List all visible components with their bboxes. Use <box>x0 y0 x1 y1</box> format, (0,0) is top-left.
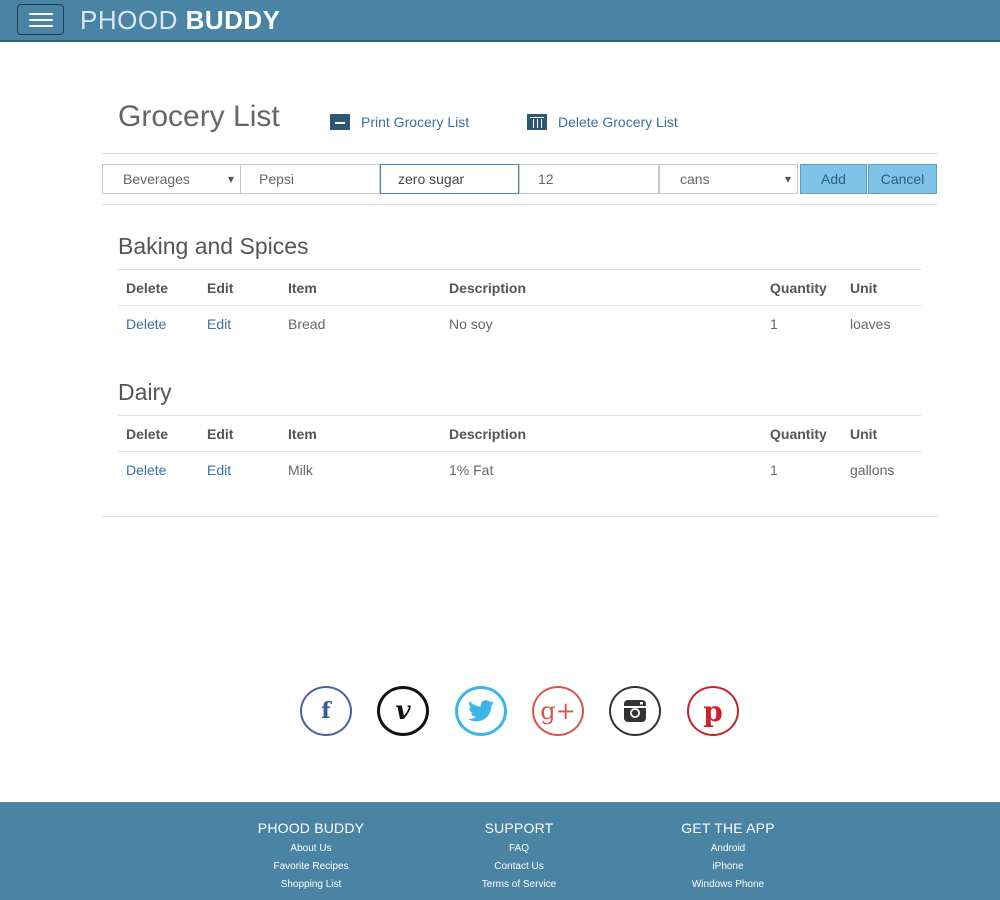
facebook-glyph: f <box>321 698 331 724</box>
brand-logo-bold: BUDDY <box>185 5 281 35</box>
column-header-edit: Edit <box>207 426 234 442</box>
vimeo-icon[interactable]: v <box>377 686 429 736</box>
twitter-bird-icon <box>468 700 494 722</box>
trash-icon <box>527 114 547 130</box>
footer-link-iphone[interactable]: iPhone <box>628 861 828 872</box>
footer-column-support: SUPPORT FAQ Contact Us Terms of Service <box>419 820 619 897</box>
google-plus-glyph: g+ <box>540 697 576 725</box>
camera-icon <box>624 700 646 722</box>
brand-logo-light: PHOOD <box>80 5 178 35</box>
delete-row-link[interactable]: Delete <box>126 316 166 332</box>
description-input[interactable]: zero sugar <box>380 164 519 194</box>
column-header-item: Item <box>288 426 317 442</box>
unit-cell: loaves <box>850 316 891 332</box>
quantity-cell: 1 <box>770 462 778 478</box>
footer-link-faq[interactable]: FAQ <box>419 843 619 854</box>
column-header-quantity: Quantity <box>770 280 827 296</box>
column-header-unit: Unit <box>850 280 878 296</box>
quantity-input[interactable]: 12 <box>519 164 659 194</box>
item-input[interactable]: Pepsi <box>240 164 380 194</box>
divider <box>102 204 937 205</box>
unit-select[interactable]: cans <box>659 164 798 194</box>
footer-link-contact-us[interactable]: Contact Us <box>419 861 619 872</box>
description-cell: 1% Fat <box>449 462 494 478</box>
column-header-description: Description <box>449 426 527 442</box>
column-header-quantity: Quantity <box>770 426 827 442</box>
hamburger-menu-button[interactable] <box>17 4 64 35</box>
column-header-unit: Unit <box>850 426 878 442</box>
print-grocery-list-link[interactable]: Print Grocery List <box>330 114 469 130</box>
footer-link-favorite-recipes[interactable]: Favorite Recipes <box>211 861 411 872</box>
table-divider <box>118 415 921 416</box>
category-select[interactable]: Beverages <box>102 164 241 194</box>
table-divider <box>118 451 921 452</box>
brand-logo[interactable]: PHOOD BUDDY <box>80 5 281 36</box>
menu-bar-icon <box>29 19 53 21</box>
menu-bar-icon <box>29 13 53 15</box>
footer-heading: PHOOD BUDDY <box>257 820 365 836</box>
facebook-icon[interactable]: f <box>300 686 352 736</box>
delete-grocery-list-link[interactable]: Delete Grocery List <box>527 114 678 130</box>
divider <box>102 516 937 517</box>
divider <box>102 153 937 154</box>
table-divider <box>118 269 921 270</box>
instagram-icon[interactable] <box>609 686 661 736</box>
footer-heading: SUPPORT <box>484 820 554 836</box>
footer-link-windows-phone[interactable]: Windows Phone <box>628 879 828 890</box>
footer-column-phood-buddy: PHOOD BUDDY About Us Favorite Recipes Sh… <box>211 820 411 897</box>
vimeo-glyph: v <box>395 696 411 726</box>
add-button[interactable]: Add <box>800 164 867 194</box>
google-plus-icon[interactable]: g+ <box>532 686 584 736</box>
footer-column-get-the-app: GET THE APP Android iPhone Windows Phone <box>628 820 828 897</box>
footer-heading: GET THE APP <box>681 820 775 836</box>
section-title-baking-and-spices: Baking and Spices <box>118 233 309 259</box>
column-header-delete: Delete <box>126 280 169 296</box>
edit-row-link[interactable]: Edit <box>207 462 231 478</box>
description-cell: No soy <box>449 316 493 332</box>
pinterest-glyph: p <box>703 694 723 728</box>
print-grocery-list-label: Print Grocery List <box>361 114 470 130</box>
print-icon <box>330 114 350 130</box>
delete-row-link[interactable]: Delete <box>126 462 166 478</box>
column-header-description: Description <box>449 280 527 296</box>
menu-bar-icon <box>29 25 53 27</box>
item-cell: Bread <box>288 316 326 332</box>
twitter-icon[interactable] <box>455 686 507 736</box>
edit-row-link[interactable]: Edit <box>207 316 231 332</box>
footer: PHOOD BUDDY About Us Favorite Recipes Sh… <box>0 802 1000 900</box>
column-header-item: Item <box>288 280 317 296</box>
unit-cell: gallons <box>850 462 895 478</box>
quantity-cell: 1 <box>770 316 778 332</box>
pinterest-icon[interactable]: p <box>687 686 739 736</box>
footer-link-terms-of-service[interactable]: Terms of Service <box>419 879 619 890</box>
footer-link-shopping-list[interactable]: Shopping List <box>211 879 411 890</box>
top-nav-bar: PHOOD BUDDY <box>0 0 1000 42</box>
column-header-delete: Delete <box>126 426 169 442</box>
column-header-edit: Edit <box>207 280 234 296</box>
delete-grocery-list-label: Delete Grocery List <box>558 114 678 130</box>
table-divider <box>118 305 921 306</box>
footer-link-android[interactable]: Android <box>628 843 828 854</box>
footer-link-about-us[interactable]: About Us <box>211 843 411 854</box>
item-cell: Milk <box>288 462 313 478</box>
page-title: Grocery List <box>118 100 280 133</box>
cancel-button[interactable]: Cancel <box>868 164 937 194</box>
section-title-dairy: Dairy <box>118 379 172 405</box>
